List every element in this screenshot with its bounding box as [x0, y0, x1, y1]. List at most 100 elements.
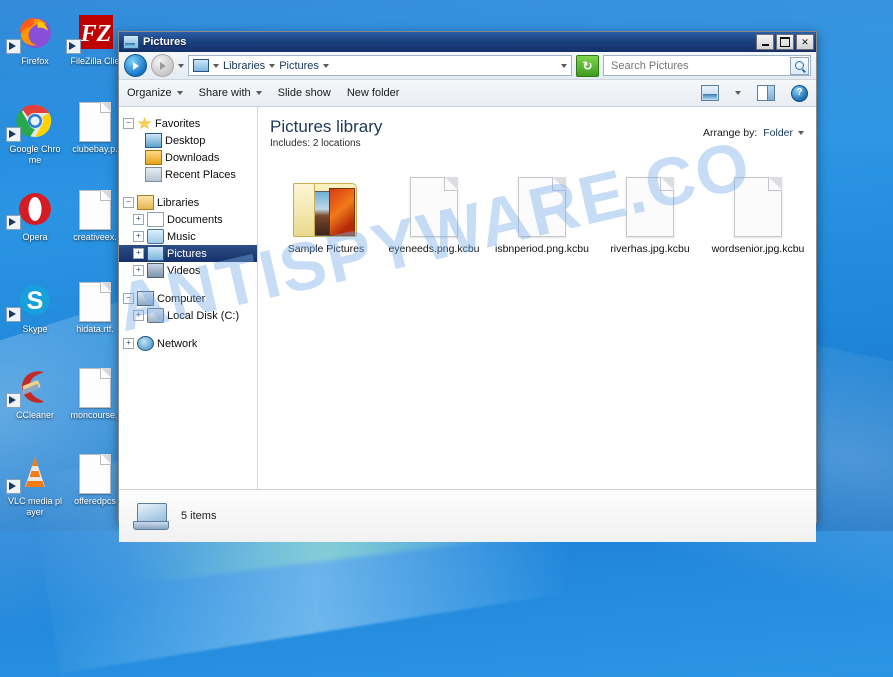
disk-icon — [147, 308, 164, 323]
chevron-down-icon[interactable] — [322, 63, 329, 68]
sidebar-item-desktop[interactable]: Desktop — [119, 132, 257, 149]
new-folder-label: New folder — [346, 87, 400, 99]
filezilla-icon: FZ — [66, 8, 124, 54]
refresh-button[interactable]: ↻ — [576, 54, 599, 77]
desktop-icon-moncourse-file[interactable]: moncourse.j — [66, 362, 124, 421]
search-icon — [795, 61, 804, 70]
shortcut-overlay-icon — [6, 307, 21, 322]
file-icon — [380, 165, 488, 237]
desktop-icon-vlc[interactable]: VLC media player — [6, 448, 64, 518]
recent-pages-chevron-icon[interactable] — [178, 63, 184, 68]
file-name: riverhas.jpg.kcbu — [610, 243, 690, 255]
help-icon[interactable]: ? — [791, 84, 808, 102]
expand-icon[interactable]: + — [123, 338, 134, 349]
sidebar-group-libraries[interactable]: − Libraries — [119, 194, 257, 211]
minimize-button[interactable] — [756, 34, 774, 50]
shortcut-overlay-icon — [6, 393, 21, 408]
search-input[interactable] — [609, 58, 790, 73]
desktop-icon-filezilla[interactable]: FZ FileZilla Clie — [66, 8, 124, 67]
firefox-icon — [6, 8, 64, 54]
shortcut-overlay-icon — [6, 215, 21, 230]
expand-icon[interactable]: + — [133, 231, 144, 242]
share-with-label: Share with — [198, 87, 251, 99]
includes-value: 2 locations — [312, 138, 361, 149]
expand-icon[interactable]: + — [133, 310, 144, 321]
chevron-down-icon[interactable] — [269, 63, 276, 68]
sidebar-group-favorites[interactable]: − Favorites — [119, 115, 257, 132]
breadcrumb-libraries[interactable]: Libraries — [223, 60, 265, 72]
forward-button[interactable] — [151, 54, 174, 77]
desktop-icon-offeredpcs-file[interactable]: offeredpcs — [66, 448, 124, 507]
expand-icon[interactable]: + — [133, 214, 144, 225]
svg-text:FZ: FZ — [80, 21, 112, 47]
file-item[interactable]: eyeneeds.png.kcbu — [380, 165, 488, 255]
preview-pane-icon[interactable] — [757, 85, 775, 101]
breadcrumb-pictures[interactable]: Pictures — [279, 60, 319, 72]
desktop-icon-clubebay-file[interactable]: clubebay.p. — [66, 96, 124, 155]
sidebar-item-videos[interactable]: + Videos — [119, 262, 257, 279]
collapse-icon[interactable]: − — [123, 197, 134, 208]
computer-icon — [137, 291, 154, 306]
ccleaner-icon — [6, 362, 64, 408]
document-icon — [66, 362, 124, 408]
svg-text:S: S — [27, 287, 44, 315]
document-icon — [66, 448, 124, 494]
sidebar-item-music[interactable]: + Music — [119, 228, 257, 245]
back-button[interactable] — [124, 54, 147, 77]
desktop-icon-label: Google Chrome — [9, 144, 61, 165]
desktop-icon-ccleaner[interactable]: CCleaner — [6, 362, 64, 421]
chevron-down-icon[interactable] — [213, 63, 219, 68]
sidebar-label: Network — [157, 337, 198, 350]
change-view-icon[interactable] — [701, 85, 719, 101]
file-name: eyeneeds.png.kcbu — [388, 243, 480, 255]
new-folder-button[interactable]: New folder — [347, 87, 400, 99]
sidebar-item-downloads[interactable]: Downloads — [119, 149, 257, 166]
file-item-folder[interactable]: Sample Pictures — [272, 165, 380, 255]
sidebar-item-local-disk[interactable]: + Local Disk (C:) — [119, 307, 257, 324]
collapse-icon[interactable]: − — [123, 293, 134, 304]
desktop-icon-label: Skype — [22, 324, 48, 334]
file-item[interactable]: riverhas.jpg.kcbu — [596, 165, 704, 255]
search-button[interactable] — [790, 56, 809, 75]
search-box[interactable] — [603, 55, 811, 76]
share-with-button[interactable]: Share with — [199, 87, 262, 99]
breadcrumb[interactable]: Libraries Pictures — [188, 55, 572, 76]
arrange-value-button[interactable]: Folder — [763, 127, 804, 139]
library-header: Pictures library Includes: 2 locations A… — [258, 107, 816, 149]
window-titlebar[interactable]: Pictures ✕ — [119, 32, 816, 52]
file-item[interactable]: wordsenior.jpg.kcbu — [704, 165, 812, 255]
shortcut-overlay-icon — [66, 39, 81, 54]
desktop-icon-opera[interactable]: Opera — [6, 184, 64, 243]
view-chevron-down-icon[interactable] — [735, 91, 741, 95]
desktop-icon-label: FileZilla Clie — [70, 56, 120, 66]
includes-label: Includes: — [270, 138, 311, 149]
sidebar-group-computer[interactable]: − Computer — [119, 290, 257, 307]
sidebar-item-documents[interactable]: + Documents — [119, 211, 257, 228]
maximize-button[interactable] — [776, 34, 794, 50]
file-list-pane[interactable]: Pictures library Includes: 2 locations A… — [258, 107, 816, 489]
close-button[interactable]: ✕ — [796, 34, 814, 50]
arrange-label: Arrange by: — [702, 127, 758, 139]
collapse-icon[interactable]: − — [123, 118, 134, 129]
expand-icon[interactable]: + — [133, 265, 144, 276]
sidebar-label: Documents — [167, 213, 223, 226]
desktop-icon-label: Opera — [22, 232, 48, 242]
desktop-icon-firefox[interactable]: Firefox — [6, 8, 64, 67]
desktop-icon-hidata-file[interactable]: hidata.rtf. — [66, 276, 124, 335]
sidebar-item-recent-places[interactable]: Recent Places — [119, 166, 257, 183]
desktop-icon-skype[interactable]: S Skype — [6, 276, 64, 335]
sidebar-group-network[interactable]: + Network — [119, 335, 257, 352]
desktop-icon-label: creativeex. — [73, 232, 117, 242]
address-bar: Libraries Pictures ↻ — [119, 52, 816, 80]
slide-show-button[interactable]: Slide show — [278, 87, 331, 99]
file-item[interactable]: isbnperiod.png.kcbu — [488, 165, 596, 255]
sidebar-item-pictures[interactable]: + Pictures — [119, 245, 257, 262]
file-icon — [488, 165, 596, 237]
desktop-icon-label: VLC media player — [7, 496, 63, 517]
desktop-icon-creativeex-file[interactable]: creativeex. — [66, 184, 124, 243]
folder-icon — [272, 165, 380, 237]
address-dropdown-icon[interactable] — [561, 63, 567, 68]
organize-button[interactable]: Organize — [127, 87, 183, 99]
expand-icon[interactable]: + — [133, 248, 144, 259]
desktop-icon-chrome[interactable]: Google Chrome — [6, 96, 64, 166]
